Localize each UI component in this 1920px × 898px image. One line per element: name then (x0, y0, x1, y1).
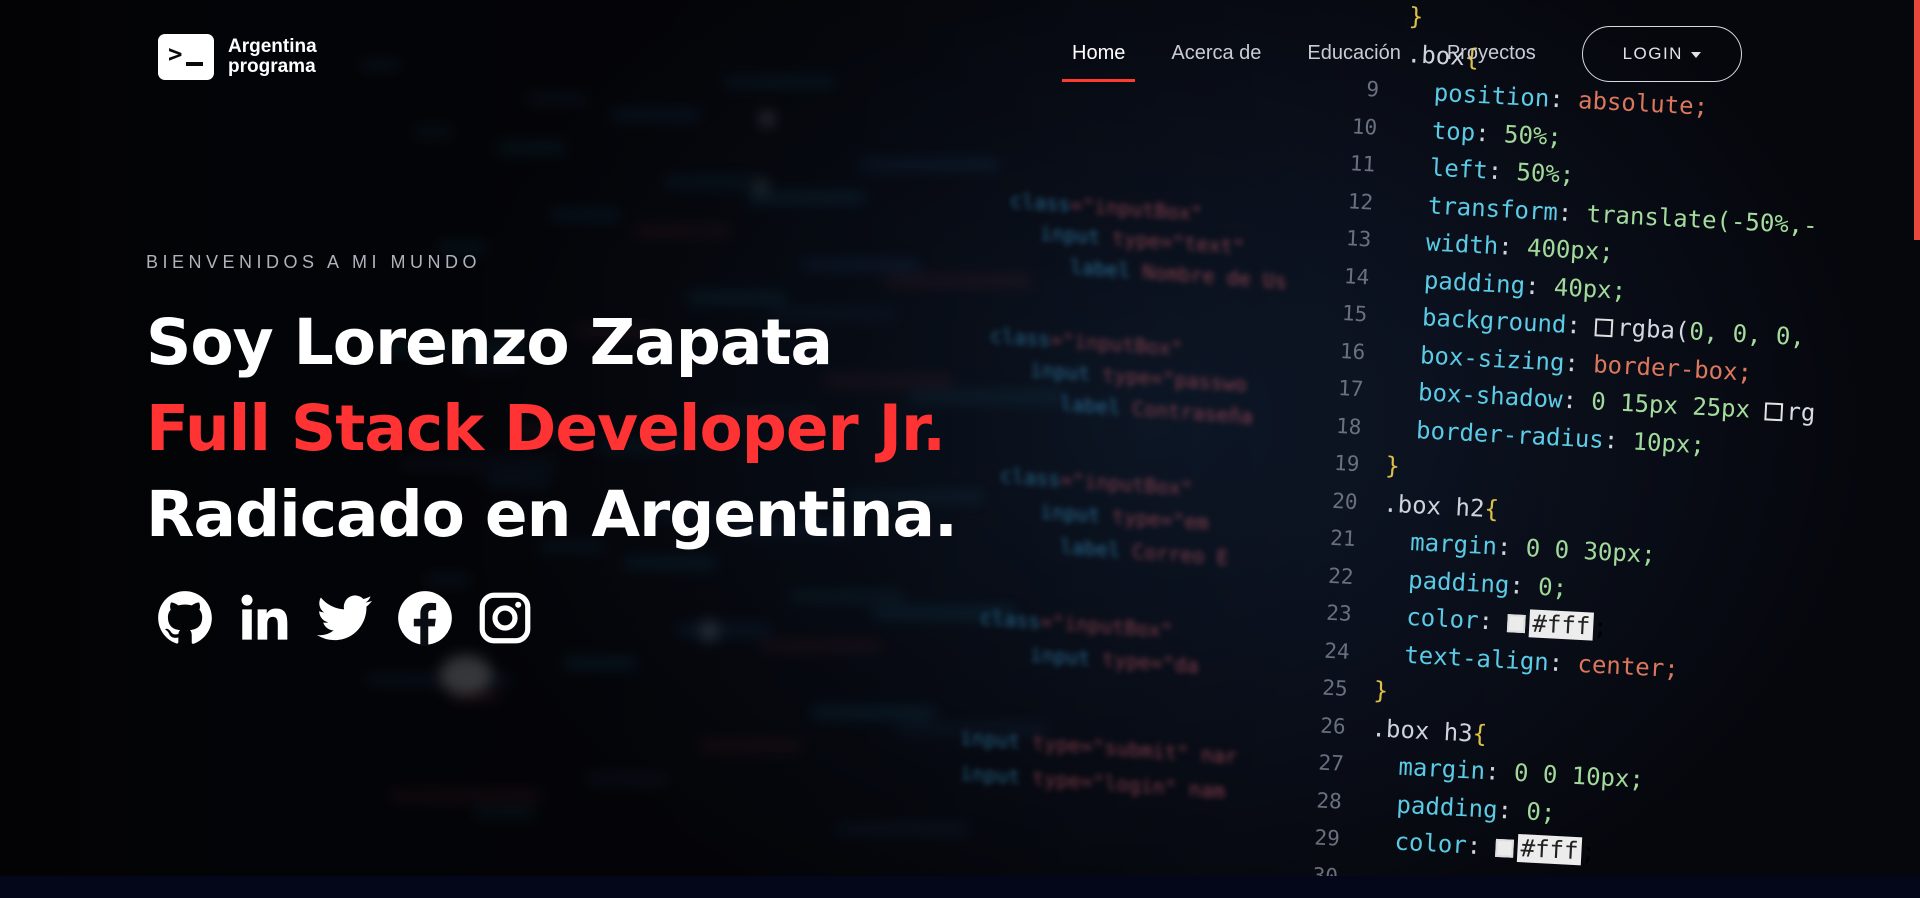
linkedin-link[interactable] (237, 590, 293, 646)
nav-item-home[interactable]: Home (1061, 28, 1136, 82)
facebook-icon (398, 591, 452, 646)
facebook-link[interactable] (397, 590, 453, 646)
nav-item-acerca-de[interactable]: Acerca de (1171, 28, 1261, 80)
twitter-icon (317, 595, 373, 641)
headline-location: Radicado en Argentina. (146, 478, 958, 551)
main-nav: Home Acerca de Educación Proyectos LOGIN (1061, 26, 1742, 82)
twitter-link[interactable] (317, 590, 373, 646)
github-icon (158, 591, 212, 644)
logo-text: Argentina programa (228, 37, 317, 77)
headline-role: Full Stack Developer Jr. (146, 392, 946, 465)
login-button[interactable]: LOGIN (1581, 26, 1742, 82)
github-link[interactable] (157, 590, 213, 646)
headline: Soy Lorenzo Zapata Full Stack Developer … (146, 300, 958, 558)
bottom-bar (0, 876, 1920, 898)
logo-line2: programa (228, 56, 316, 77)
login-label: LOGIN (1622, 44, 1683, 63)
linkedin-icon (241, 594, 288, 640)
logo-line1: Argentina (228, 36, 317, 57)
instagram-link[interactable] (477, 590, 533, 646)
nav-item-educacion[interactable]: Educación (1307, 28, 1400, 80)
instagram-icon (479, 592, 531, 644)
social-links (157, 590, 533, 646)
caret-down-icon (1690, 52, 1701, 58)
terminal-icon: > (158, 34, 214, 80)
headline-name: Soy Lorenzo Zapata (146, 306, 833, 379)
nav-item-proyectos[interactable]: Proyectos (1447, 28, 1536, 80)
welcome-text: BIENVENIDOS A MI MUNDO (146, 252, 482, 272)
logo[interactable]: > Argentina programa (158, 34, 317, 80)
scroll-indicator (1914, 0, 1920, 240)
